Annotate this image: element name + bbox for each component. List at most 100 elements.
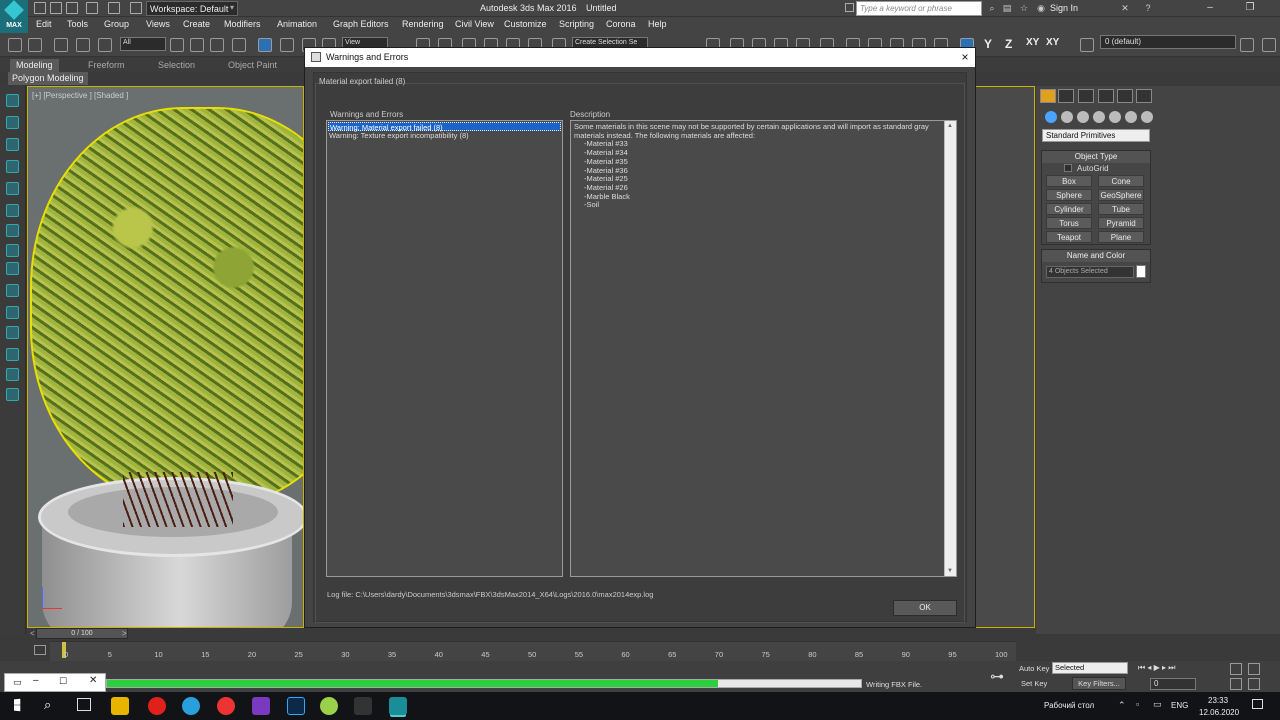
redo-icon[interactable] — [28, 38, 42, 52]
ring-icon[interactable] — [6, 262, 19, 275]
menu-create[interactable]: Create — [183, 19, 210, 29]
cut-icon[interactable] — [6, 204, 19, 217]
tube-button[interactable]: Tube — [1098, 203, 1144, 215]
minimized-window[interactable]: ▭ – ☐ ✕ — [4, 673, 106, 692]
window-crossing-icon[interactable] — [232, 38, 246, 52]
subscription-icon[interactable]: ▤ — [1002, 3, 1012, 13]
desktop-toolbar-label[interactable]: Рабочий стол — [1044, 701, 1094, 710]
zoom-icon[interactable] — [1230, 663, 1242, 675]
sphere-button[interactable]: Sphere — [1046, 189, 1092, 201]
search-icon[interactable]: ⌕ — [44, 697, 51, 713]
box-button[interactable]: Box — [1046, 175, 1092, 187]
motion-tab-icon[interactable] — [1098, 89, 1114, 103]
tab-polygon-modeling[interactable]: Polygon Modeling — [8, 72, 88, 85]
bevel-icon[interactable] — [6, 160, 19, 173]
layer-dropdown[interactable]: 0 (default) — [1100, 35, 1236, 49]
rotate-icon[interactable] — [280, 38, 294, 52]
brush-icon[interactable] — [6, 94, 19, 107]
object-type-title[interactable]: Object Type — [1042, 151, 1150, 163]
create-tab-icon[interactable] — [1040, 89, 1056, 103]
perspective-viewport[interactable]: [+] [Perspective ] [Shaded ] — [27, 86, 304, 628]
search-icon[interactable]: ⌕ — [987, 3, 997, 13]
display-tab-icon[interactable] — [1117, 89, 1133, 103]
undo-icon[interactable] — [86, 2, 98, 14]
warnings-list[interactable]: Warning: Material export failed (8) Warn… — [326, 120, 563, 577]
winrar-icon[interactable] — [252, 697, 270, 715]
menu-animation[interactable]: Animation — [277, 19, 317, 29]
utilities-tab-icon[interactable] — [1136, 89, 1152, 103]
sign-in-link[interactable]: Sign In — [1050, 3, 1078, 13]
explorer-icon[interactable] — [111, 697, 129, 715]
menu-group[interactable]: Group — [104, 19, 129, 29]
object-color-swatch[interactable] — [1136, 265, 1146, 278]
zoom-all-icon[interactable] — [1248, 663, 1260, 675]
menu-customize[interactable]: Customize — [504, 19, 547, 29]
mini-curve-editor-icon[interactable] — [34, 645, 46, 655]
photoshop-icon[interactable] — [287, 697, 305, 715]
restore-icon[interactable]: ☐ — [59, 676, 67, 687]
shapes-icon[interactable] — [1061, 111, 1073, 123]
app-logo[interactable]: MAX — [0, 0, 28, 34]
connect-icon[interactable] — [6, 326, 19, 339]
bind-space-warp-icon[interactable] — [98, 38, 112, 52]
tab-object-paint[interactable]: Object Paint — [222, 59, 283, 72]
menu-views[interactable]: Views — [146, 19, 170, 29]
menu-rendering[interactable]: Rendering — [402, 19, 444, 29]
open-file-icon[interactable] — [50, 2, 62, 14]
axis-y-button[interactable]: Y — [984, 37, 992, 51]
swift-loop-icon[interactable] — [6, 348, 19, 361]
redo-icon[interactable] — [108, 2, 120, 14]
cameras-icon[interactable] — [1093, 111, 1105, 123]
minimize-icon[interactable]: – — [33, 675, 39, 686]
tray-chevron-icon[interactable]: ⌃ — [1118, 700, 1126, 711]
menu-help[interactable]: Help — [648, 19, 667, 29]
notifications-icon[interactable] — [1252, 699, 1263, 709]
playback-controls[interactable]: ⏮ ◂ ▶ ▸ ⏭ — [1138, 663, 1175, 673]
primitive-category-dropdown[interactable]: Standard Primitives — [1042, 129, 1150, 142]
layer-options-icon[interactable] — [1262, 38, 1276, 52]
grid-icon[interactable] — [6, 182, 19, 195]
axis-z-button[interactable]: Z — [1005, 37, 1012, 51]
menu-graph-editors[interactable]: Graph Editors — [333, 19, 389, 29]
language-indicator[interactable]: ENG — [1171, 701, 1188, 710]
sphere-tool-icon[interactable] — [6, 116, 19, 129]
link-icon[interactable] — [54, 38, 68, 52]
select-by-name-icon[interactable] — [190, 38, 204, 52]
workspace-selector[interactable]: Workspace: Default ▾ — [146, 1, 238, 16]
clock-time[interactable]: 23:33 — [1208, 696, 1228, 705]
geosphere-button[interactable]: GeoSphere — [1098, 189, 1144, 201]
list-item[interactable]: Warning: Texture export incompatibility … — [328, 131, 561, 140]
extrude-icon[interactable] — [6, 138, 19, 151]
yandex-browser-icon[interactable] — [148, 697, 166, 715]
new-file-icon[interactable] — [34, 2, 46, 14]
paint-deform-icon[interactable] — [6, 368, 19, 381]
select-object-icon[interactable] — [170, 38, 184, 52]
network-icon[interactable]: ▭ — [1153, 699, 1162, 710]
axis-xy-button[interactable]: XY — [1026, 37, 1039, 48]
set-key-button[interactable]: Set Key — [1021, 679, 1047, 688]
unity-icon[interactable] — [354, 697, 372, 715]
recorder-icon[interactable] — [217, 697, 235, 715]
user-icon[interactable]: ◉ — [1036, 3, 1046, 13]
torus-button[interactable]: Torus — [1046, 217, 1092, 229]
unlink-icon[interactable] — [76, 38, 90, 52]
search-input[interactable]: Type a keyword or phrase — [856, 1, 982, 16]
close-icon[interactable]: ✕ — [89, 675, 97, 686]
orbit-icon[interactable] — [1248, 678, 1260, 690]
slider-prev-icon[interactable]: < — [30, 629, 35, 638]
loop-icon[interactable] — [6, 244, 19, 257]
plane-button[interactable]: Plane — [1098, 231, 1144, 243]
slider-next-icon[interactable]: > — [122, 629, 127, 638]
pan-icon[interactable] — [1230, 678, 1242, 690]
help-icon[interactable]: ? — [1143, 3, 1153, 13]
key-set-dropdown[interactable]: Selected — [1052, 662, 1128, 674]
shift-icon[interactable] — [6, 388, 19, 401]
autogrid-checkbox[interactable] — [1064, 164, 1072, 172]
list-item[interactable]: Warning: Material export failed (8) — [328, 122, 561, 132]
move-icon[interactable] — [258, 38, 272, 52]
menu-corona[interactable]: Corona — [606, 19, 636, 29]
axis-xy-cycle-button[interactable]: XY — [1046, 37, 1059, 48]
viewport-label[interactable]: [+] [Perspective ] [Shaded ] — [32, 91, 128, 100]
spacewarps-icon[interactable] — [1125, 111, 1137, 123]
relax-icon[interactable] — [6, 284, 19, 297]
